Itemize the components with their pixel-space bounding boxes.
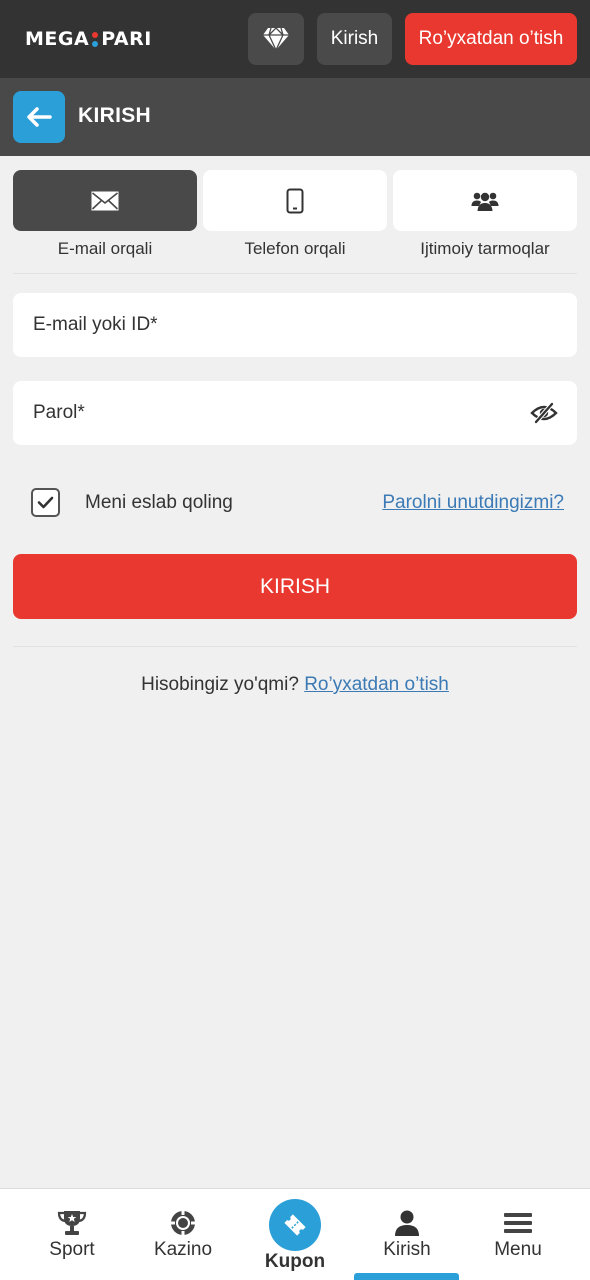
back-button[interactable] (13, 91, 65, 143)
login-button-top[interactable]: Kirish (317, 13, 392, 65)
kupon-circle (269, 1199, 321, 1251)
nav-kupon-label: Kupon (264, 1251, 326, 1272)
diamond-icon (263, 27, 289, 51)
remember-label[interactable]: Meni eslab qoling (85, 492, 233, 514)
arrow-left-icon (27, 107, 52, 127)
password-field-container (13, 381, 577, 445)
eye-slash-icon[interactable] (530, 402, 558, 424)
users-icon (471, 192, 499, 211)
nav-kupon[interactable]: Kupon (239, 1189, 351, 1280)
email-field-container (13, 293, 577, 357)
no-account-row: Hisobingiz yo'qmi? Ro’yxatdan o’tish (0, 674, 590, 696)
logo-text-right: PARI (101, 28, 152, 50)
logo-dots (92, 31, 99, 47)
password-input[interactable] (13, 381, 577, 445)
nav-menu[interactable]: Menu (462, 1189, 574, 1280)
trophy-icon (57, 1211, 87, 1235)
hamburger-icon (504, 1213, 532, 1233)
divider (13, 646, 577, 647)
megapari-logo[interactable]: MEGA PARI (25, 28, 152, 50)
tab-email-label[interactable]: E-mail orqali (13, 239, 197, 259)
top-header: MEGA PARI Kirish Ro’yxatdan o’tish (0, 0, 590, 78)
nav-kirish[interactable]: Kirish (351, 1189, 463, 1280)
nav-sport-label: Sport (49, 1239, 95, 1260)
nav-kazino-label: Kazino (153, 1239, 213, 1260)
nav-sport[interactable]: Sport (16, 1189, 128, 1280)
phone-icon (286, 188, 304, 213)
tab-email[interactable] (13, 170, 197, 231)
page-title: KIRISH (78, 104, 151, 127)
title-bar: KIRISH (0, 78, 590, 156)
nav-menu-label: Menu (494, 1239, 542, 1260)
checkmark-icon (37, 496, 54, 509)
logo-text-left: MEGA (25, 28, 90, 50)
user-icon (395, 1210, 419, 1236)
bottom-nav: Sport Kazino Kupon Kirish Menu (0, 1188, 590, 1280)
tab-phone[interactable] (203, 170, 387, 231)
casino-chip-icon (171, 1211, 195, 1235)
login-submit-button[interactable]: KIRISH (13, 554, 577, 619)
no-account-text: Hisobingiz yo'qmi? (141, 674, 299, 695)
register-link[interactable]: Ro’yxatdan o’tish (304, 674, 449, 695)
tab-phone-label[interactable]: Telefon orqali (203, 239, 387, 259)
tab-social[interactable] (393, 170, 577, 231)
envelope-icon (91, 191, 119, 210)
forgot-password-link[interactable]: Parolni unutdingizmi? (382, 492, 564, 514)
bonus-button[interactable] (248, 13, 304, 65)
nav-kazino[interactable]: Kazino (127, 1189, 239, 1280)
nav-kirish-label: Kirish (383, 1239, 431, 1260)
tab-social-label[interactable]: Ijtimoiy tarmoqlar (393, 239, 577, 259)
ticket-icon (284, 1214, 306, 1236)
register-button-top[interactable]: Ro’yxatdan o’tish (405, 13, 577, 65)
active-tab-indicator (354, 1273, 459, 1280)
email-input[interactable] (13, 293, 577, 357)
remember-checkbox[interactable] (31, 488, 60, 517)
divider (13, 273, 577, 274)
